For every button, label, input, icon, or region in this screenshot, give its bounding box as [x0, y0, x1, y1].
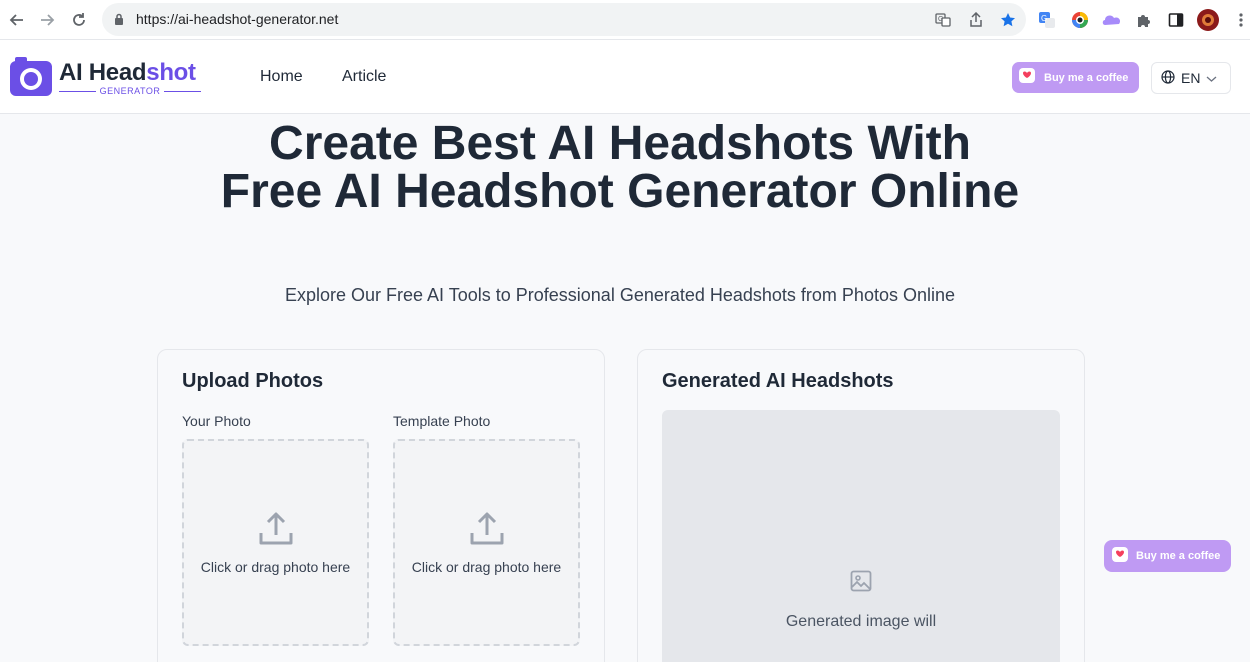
hero-title: Create Best AI Headshots With Free AI He…: [220, 117, 1020, 218]
extensions-puzzle-icon[interactable]: [1133, 9, 1155, 31]
generated-headshots-card: Generated AI Headshots Generated image w…: [637, 349, 1085, 662]
generated-placeholder-text: Generated image will: [785, 613, 937, 630]
logo-subtitle: GENERATOR: [59, 85, 201, 97]
language-label: EN: [1181, 70, 1201, 86]
google-translate-extension-icon[interactable]: G: [1036, 9, 1058, 31]
chevron-down-icon: [1206, 70, 1217, 86]
floating-coffee-label: Buy me a coffee: [1136, 550, 1221, 562]
lock-icon: [114, 13, 124, 31]
upload-icon: [469, 511, 505, 552]
reload-icon[interactable]: [68, 9, 90, 31]
coffee-label: Buy me a coffee: [1044, 71, 1129, 84]
globe-icon: [1161, 69, 1175, 87]
browser-toolbar: https://ai-headshot-generator.net G G: [0, 0, 1250, 40]
buy-me-a-coffee-button[interactable]: Buy me a coffee: [1012, 62, 1139, 93]
cloud-extension-icon[interactable]: [1101, 9, 1123, 31]
coffee-cup-icon: [1018, 67, 1038, 88]
address-bar[interactable]: https://ai-headshot-generator.net G: [102, 3, 1026, 36]
your-photo-dropzone[interactable]: Click or drag photo here: [182, 439, 369, 646]
profile-avatar-icon[interactable]: [1197, 9, 1219, 31]
generated-image-placeholder: Generated image will: [662, 410, 1060, 662]
translate-icon[interactable]: G: [933, 10, 953, 30]
upload-icon: [258, 511, 294, 552]
share-icon[interactable]: [966, 10, 986, 30]
back-icon[interactable]: [6, 9, 28, 31]
dropzone-text: Click or drag photo here: [200, 559, 351, 575]
svg-text:G: G: [1041, 14, 1047, 23]
site-header: AI Headshot GENERATOR Home Article Buy m…: [0, 40, 1250, 114]
url-text: https://ai-headshot-generator.net: [136, 11, 339, 27]
nav-article-link[interactable]: Article: [342, 68, 386, 86]
upload-card-title: Upload Photos: [182, 370, 324, 392]
more-menu-icon[interactable]: [1230, 9, 1250, 31]
dropzone-text: Click or drag photo here: [411, 559, 562, 575]
upload-photos-card: Upload Photos Your Photo Template Photo …: [157, 349, 605, 662]
floating-buy-me-a-coffee-button[interactable]: Buy me a coffee: [1104, 540, 1231, 572]
language-selector[interactable]: EN: [1151, 62, 1231, 94]
image-icon: [850, 570, 872, 597]
nav-home-link[interactable]: Home: [260, 68, 303, 86]
coffee-cup-icon: [1111, 546, 1131, 567]
color-picker-extension-icon[interactable]: [1069, 9, 1091, 31]
template-photo-label: Template Photo: [393, 413, 491, 429]
forward-icon[interactable]: [36, 9, 58, 31]
logo-wordmark: AI Headshot: [59, 59, 196, 86]
hero-subtitle: Explore Our Free AI Tools to Professiona…: [284, 285, 956, 305]
camera-icon: [9, 57, 53, 97]
your-photo-label: Your Photo: [182, 413, 251, 429]
bookmark-star-icon[interactable]: [998, 10, 1018, 30]
site-logo[interactable]: AI Headshot GENERATOR: [9, 57, 204, 99]
sidepanel-icon[interactable]: [1165, 9, 1187, 31]
template-photo-dropzone[interactable]: Click or drag photo here: [393, 439, 580, 646]
generated-card-title: Generated AI Headshots: [662, 370, 894, 392]
